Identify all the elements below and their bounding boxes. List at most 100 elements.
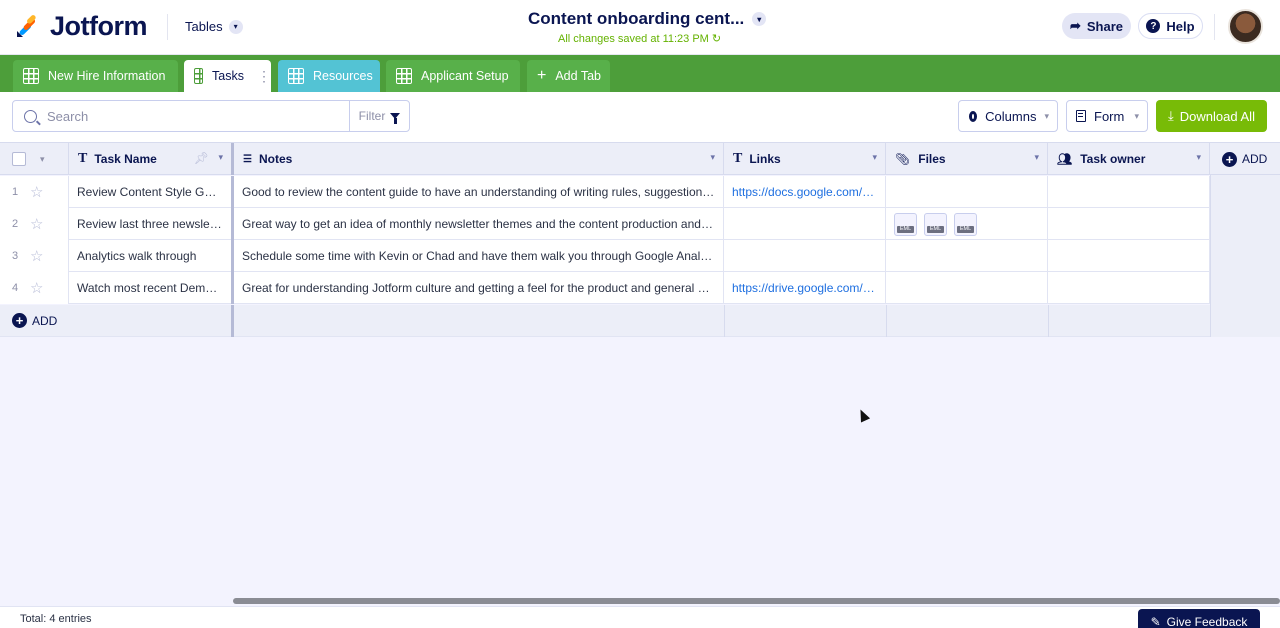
tab-resources[interactable]: Resources [278, 60, 380, 92]
notes-cell[interactable]: Great for understanding Jotform culture … [234, 272, 724, 304]
column-header-files[interactable]: 📎︎ Files ▾ [886, 143, 1048, 175]
pin-icon[interactable]: 📌︎ [194, 151, 209, 165]
chevron-down-icon[interactable]: ▾ [710, 152, 715, 163]
link-url[interactable]: https://docs.google.com/document [732, 185, 877, 199]
files-cell[interactable]: EML EML EML [886, 208, 1048, 240]
star-icon[interactable]: ☆ [30, 183, 43, 201]
table-row[interactable]: 4 ☆ Watch most recent Demo Day Great for… [0, 272, 1210, 304]
eye-icon [969, 110, 978, 122]
give-feedback-button[interactable]: ✎ Give Feedback [1138, 609, 1260, 628]
task-owner-cell[interactable] [1048, 240, 1210, 272]
share-button[interactable]: ➦ Share [1062, 13, 1131, 39]
download-icon: ⤓ [1168, 108, 1174, 123]
divider [167, 14, 168, 40]
column-header-task-name[interactable]: T Task Name 📌︎ ▾ [69, 143, 234, 175]
horizontal-scrollbar[interactable] [233, 598, 1280, 604]
star-icon[interactable]: ☆ [30, 247, 43, 265]
column-title: Task owner [1080, 152, 1146, 166]
share-arrow-icon: ➦ [1069, 18, 1081, 33]
divider [1214, 14, 1215, 40]
help-label: Help [1166, 18, 1195, 34]
task-name-cell[interactable]: Watch most recent Demo Day [69, 272, 234, 304]
star-icon[interactable]: ☆ [30, 215, 43, 233]
chevron-down-icon[interactable]: ▾ [40, 154, 45, 165]
add-row-button[interactable]: + ADD [12, 313, 57, 328]
task-name: Review last three newsletter [77, 217, 223, 231]
tab-new-hire-information[interactable]: New Hire Information [13, 60, 178, 92]
form-button[interactable]: Form ▾ [1066, 100, 1148, 132]
table-header: ▾ T Task Name 📌︎ ▾ ☰ Notes ▾ T Links ▾ 📎… [0, 142, 1280, 175]
column-header-task-owner[interactable]: 👥︎ Task owner ▾ [1048, 143, 1210, 175]
task-owner-cell[interactable] [1048, 208, 1210, 240]
table-row[interactable]: 2 ☆ Review last three newsletter Great w… [0, 208, 1210, 240]
task-name-cell[interactable]: Analytics walk through [69, 240, 234, 272]
paperclip-icon: 📎︎ [895, 152, 911, 166]
files-cell[interactable] [886, 240, 1048, 272]
column-title: Notes [258, 152, 293, 166]
search-box: Filter [12, 100, 410, 132]
chevron-down-icon[interactable]: ▾ [872, 152, 877, 163]
tables-label: Tables [185, 19, 223, 34]
links-cell[interactable] [724, 208, 886, 240]
task-owner-cell[interactable] [1048, 272, 1210, 304]
divider [1048, 305, 1049, 337]
column-header-links[interactable]: T Links ▾ [724, 143, 886, 175]
table-row[interactable]: 3 ☆ Analytics walk through Schedule some… [0, 240, 1210, 272]
add-column-button[interactable]: + ADD [1210, 143, 1280, 175]
filter-button[interactable]: Filter [349, 101, 409, 131]
jotform-logo-icon[interactable] [15, 13, 41, 39]
download-label: Download All [1179, 108, 1255, 124]
tab-label: Tasks [212, 69, 244, 83]
select-all-checkbox[interactable] [12, 152, 26, 166]
link-url[interactable]: https://drive.google.com/file [732, 281, 877, 295]
table-row[interactable]: 1 ☆ Review Content Style Guide Good to r… [0, 176, 1210, 208]
add-tab-button[interactable]: + Add Tab [527, 60, 610, 92]
file-type-label: EML [927, 225, 944, 233]
notes-cell[interactable]: Good to review the content guide to have… [234, 176, 724, 208]
tables-menu[interactable]: Tables ▾ [185, 19, 243, 34]
form-label: Form [1094, 108, 1125, 124]
avatar[interactable] [1228, 9, 1263, 44]
links-cell[interactable]: https://drive.google.com/file [724, 272, 886, 304]
task-name-cell[interactable]: Review last three newsletter [69, 208, 234, 240]
row-number-cell: 2 ☆ [0, 208, 69, 240]
eml-file-icon[interactable]: EML [954, 212, 977, 236]
download-all-button[interactable]: ⤓ Download All [1156, 100, 1267, 132]
feedback-icon: ✎ [1150, 615, 1161, 628]
row-number: 2 [11, 218, 19, 230]
chevron-down-icon[interactable]: ▾ [1034, 152, 1039, 163]
chevron-down-icon[interactable]: ▾ [218, 152, 223, 163]
task-name-cell[interactable]: Review Content Style Guide [69, 176, 234, 208]
tab-tasks[interactable]: Tasks ⋮ [184, 60, 271, 92]
star-icon[interactable]: ☆ [30, 279, 43, 297]
funnel-icon [390, 113, 401, 124]
chevron-down-icon[interactable]: ▾ [752, 12, 767, 26]
columns-button[interactable]: Columns ▾ [958, 100, 1058, 132]
notes-cell[interactable]: Great way to get an idea of monthly news… [234, 208, 724, 240]
eml-file-icon[interactable]: EML [894, 212, 917, 236]
more-options-icon[interactable]: ⋮ [257, 68, 271, 85]
search-input[interactable] [47, 108, 337, 124]
table-grid-icon [396, 68, 412, 84]
help-button[interactable]: ? Help [1138, 13, 1203, 39]
tab-applicant-setup[interactable]: Applicant Setup [386, 60, 520, 92]
row-number: 3 [11, 250, 19, 262]
column-header-notes[interactable]: ☰ Notes ▾ [234, 143, 724, 175]
chevron-down-icon: ▾ [228, 19, 243, 34]
links-cell[interactable]: https://docs.google.com/document [724, 176, 886, 208]
links-cell[interactable] [724, 240, 886, 272]
share-label: Share [1086, 18, 1124, 34]
toolbar: Filter Columns ▾ Form ▾ ⤓ Download All [0, 92, 1280, 142]
files-cell[interactable] [886, 272, 1048, 304]
task-owner-cell[interactable] [1048, 176, 1210, 208]
divider [886, 305, 887, 337]
eml-file-icon[interactable]: EML [924, 212, 947, 236]
notes-text: Great way to get an idea of monthly news… [242, 217, 715, 231]
document-title[interactable]: Content onboarding cent... ▾ [528, 9, 767, 29]
notes-cell[interactable]: Schedule some time with Kevin or Chad an… [234, 240, 724, 272]
refresh-icon: ↻ [711, 33, 722, 45]
tab-label: Resources [313, 69, 373, 83]
add-row-bar: + ADD [0, 305, 1210, 337]
chevron-down-icon[interactable]: ▾ [1196, 152, 1201, 163]
files-cell[interactable] [886, 176, 1048, 208]
